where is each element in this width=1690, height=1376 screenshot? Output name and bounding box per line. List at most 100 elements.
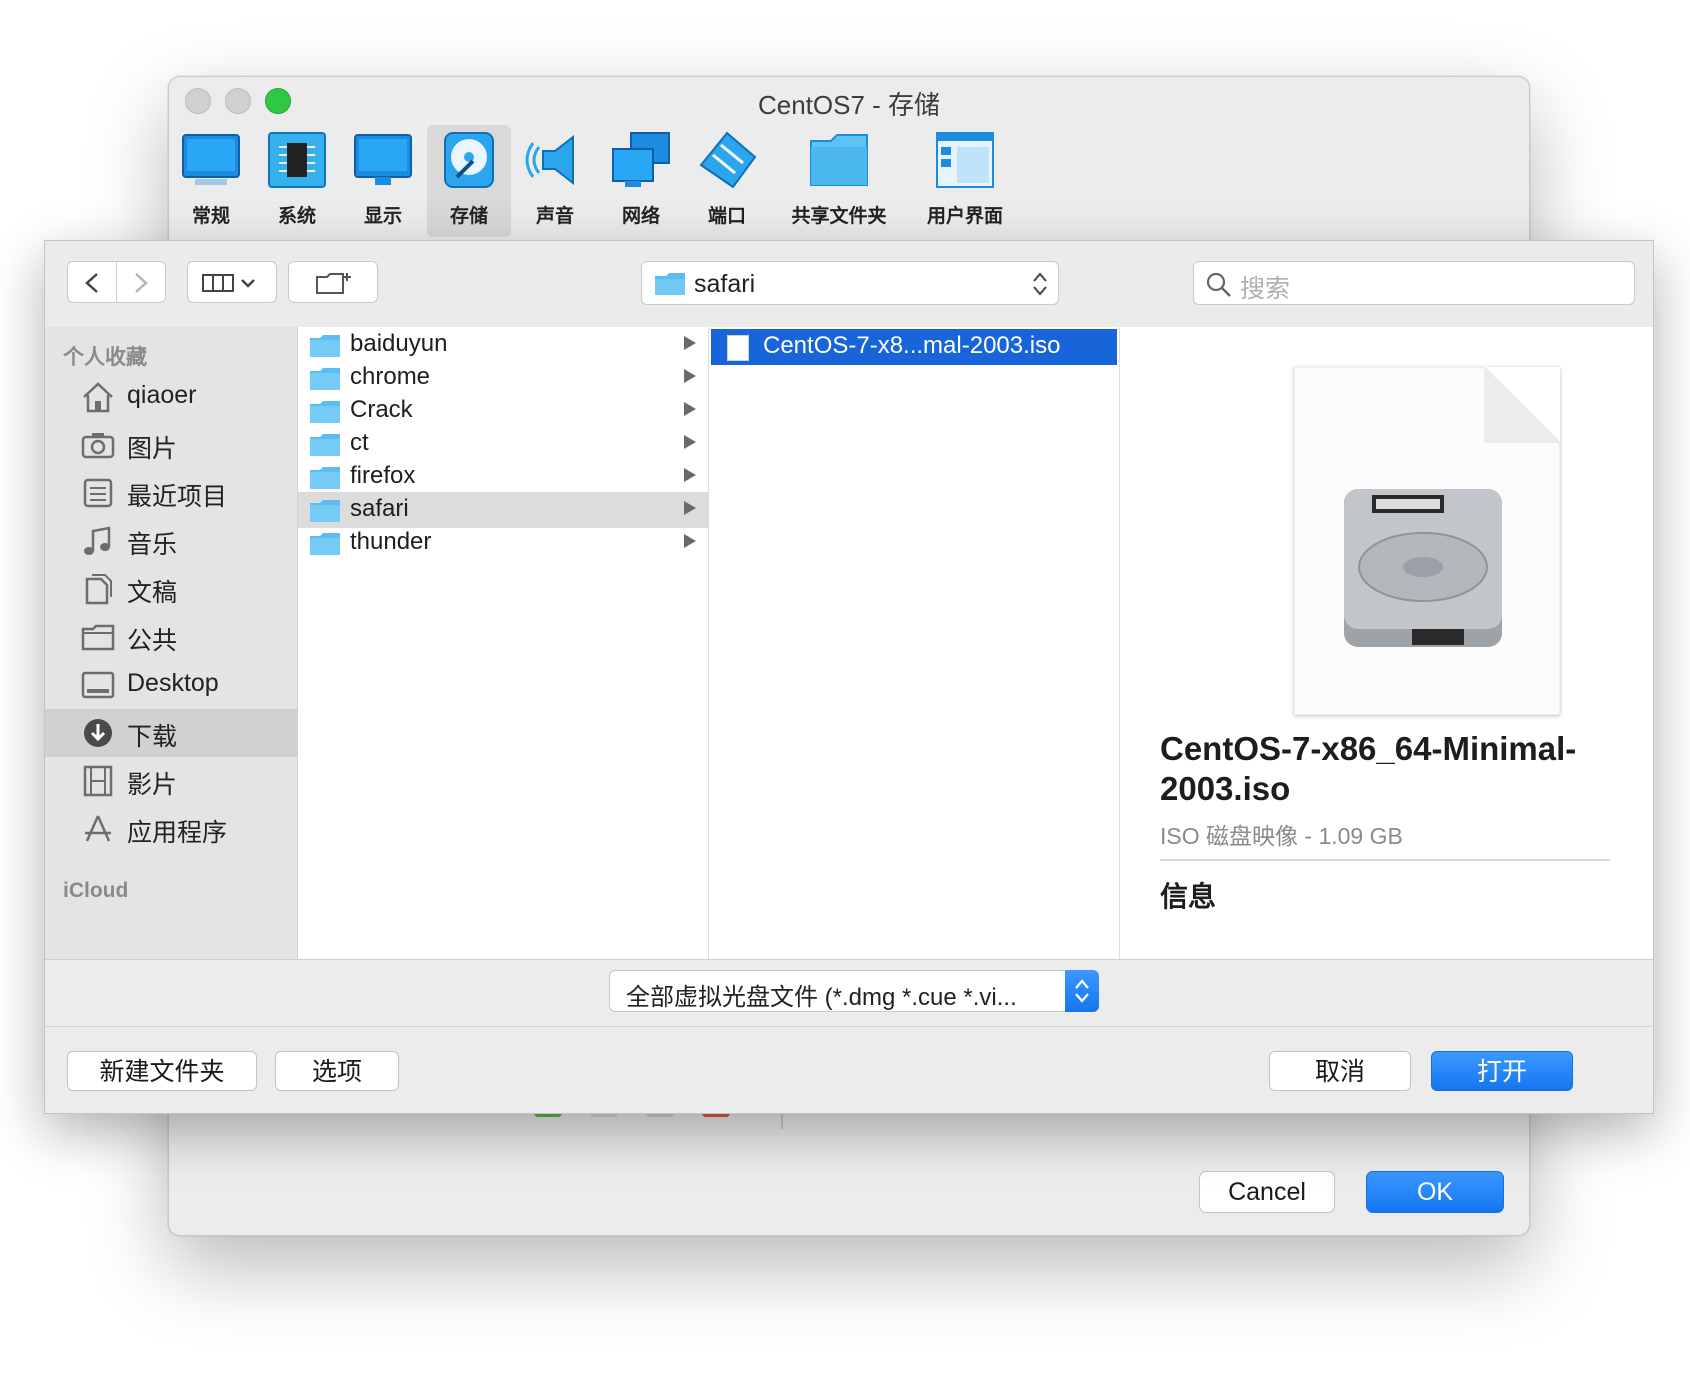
disclosure-arrow-icon xyxy=(684,369,696,383)
file-type-select[interactable]: 全部虚拟光盘文件 (*.dmg *.cue *.vi... xyxy=(609,970,1099,1012)
sidebar-item-documents[interactable]: 文稿 xyxy=(45,565,297,613)
path-popup[interactable]: safari xyxy=(641,261,1059,305)
user-interface-icon xyxy=(936,132,994,188)
folder-icon xyxy=(655,273,685,295)
settings-toolbar: 常规 系统 显示 存储 声音 网络 端口 共享文件夹 用户界面 xyxy=(169,121,1529,241)
folder-icon xyxy=(310,335,340,357)
sidebar-item-home[interactable]: qiaoer xyxy=(45,373,297,421)
sidebar-item-recents[interactable]: 最近项目 xyxy=(45,469,297,517)
sidebar-item-label: 下载 xyxy=(127,723,178,751)
settings-ok-button[interactable]: OK xyxy=(1366,1171,1504,1213)
home-icon xyxy=(83,382,113,413)
storage-disk-icon xyxy=(444,132,494,188)
display-monitor-icon xyxy=(354,134,412,185)
file-type-select-value: 全部虚拟光盘文件 (*.dmg *.cue *.vi... xyxy=(626,984,1017,1011)
sidebar-item-label: 图片 xyxy=(127,435,178,463)
disk-image-file-icon xyxy=(727,335,749,361)
disclosure-arrow-icon xyxy=(684,336,696,350)
sidebar-item-pictures[interactable]: 图片 xyxy=(45,421,297,469)
folder-icon xyxy=(310,368,340,390)
favorites-heading: 个人收藏 xyxy=(63,346,147,369)
info-heading: 信息 xyxy=(1160,881,1217,912)
sidebar-item-label: qiaoer xyxy=(127,381,197,409)
folder-icon xyxy=(310,500,340,522)
icloud-heading: iCloud xyxy=(63,879,129,902)
camera-icon xyxy=(81,433,115,459)
search-icon xyxy=(1206,272,1231,297)
music-note-icon xyxy=(84,526,111,555)
sidebar-item-desktop[interactable]: Desktop xyxy=(45,661,297,709)
disclosure-arrow-icon xyxy=(684,501,696,515)
search-placeholder: 搜索 xyxy=(1240,275,1291,303)
tab-user-interface[interactable]: 用户界面 xyxy=(915,125,1015,237)
new-folder-button[interactable]: 新建文件夹 xyxy=(67,1051,257,1091)
sidebar-item-label: 音乐 xyxy=(127,531,178,559)
file-type-filter-bar: 全部虚拟光盘文件 (*.dmg *.cue *.vi... xyxy=(45,959,1653,1027)
browser-column-files: CentOS-7-x8...mal-2003.iso xyxy=(709,327,1120,959)
path-label: safari xyxy=(694,270,756,298)
folder-icon xyxy=(310,401,340,423)
chevron-left-icon xyxy=(85,273,98,293)
open-button[interactable]: 打开 xyxy=(1431,1051,1573,1091)
settings-cancel-button[interactable]: Cancel xyxy=(1199,1171,1335,1213)
preview-file-name: CentOS-7-x86_64-Minimal-2003.iso xyxy=(1160,730,1577,807)
sidebar-item-applications[interactable]: 应用程序 xyxy=(45,805,297,853)
film-icon xyxy=(83,765,113,797)
list-item[interactable]: Crack xyxy=(298,393,708,429)
folder-icon xyxy=(81,624,115,651)
recents-icon xyxy=(83,478,113,508)
file-row-selected[interactable]: CentOS-7-x8...mal-2003.iso xyxy=(711,329,1117,365)
updown-chevron-icon xyxy=(1033,272,1047,296)
preview-file-kind: ISO 磁盘映像 - 1.09 GB xyxy=(1160,823,1403,849)
sidebar-item-downloads[interactable]: 下载 xyxy=(45,709,297,757)
sidebar-item-label: 应用程序 xyxy=(127,819,228,847)
divider xyxy=(1160,859,1610,861)
tab-ports[interactable]: 端口 xyxy=(685,125,769,237)
view-mode-button[interactable] xyxy=(187,261,277,303)
dialog-toolbar: safari 搜索 xyxy=(45,241,1653,328)
search-input[interactable]: 搜索 xyxy=(1193,261,1635,305)
sidebar-item-label: Desktop xyxy=(127,669,219,697)
sidebar-item-music[interactable]: 音乐 xyxy=(45,517,297,565)
back-button[interactable] xyxy=(67,261,117,303)
shared-folder-icon xyxy=(810,134,868,186)
sidebar-item-label: 影片 xyxy=(127,771,178,799)
window-title: CentOS7 - 存储 xyxy=(757,90,941,120)
columns-view-icon xyxy=(202,274,255,292)
disclosure-arrow-icon xyxy=(684,534,696,548)
network-icon xyxy=(612,132,670,187)
download-icon xyxy=(84,719,112,747)
list-item[interactable]: ct xyxy=(298,426,708,462)
hard-disk-icon xyxy=(1344,489,1502,647)
sidebar-item-movies[interactable]: 影片 xyxy=(45,757,297,805)
tab-shared-folders[interactable]: 共享文件夹 xyxy=(789,125,889,237)
list-item[interactable]: baiduyun xyxy=(298,327,708,363)
chevron-right-icon xyxy=(135,273,148,293)
sidebar-item-public[interactable]: 公共 xyxy=(45,613,297,661)
cancel-button[interactable]: 取消 xyxy=(1269,1051,1411,1091)
list-item[interactable]: thunder xyxy=(298,525,708,561)
new-folder-icon xyxy=(316,273,351,294)
preview-pane: CentOS-7-x86_64-Minimal-2003.iso ISO 磁盘映… xyxy=(1120,327,1653,959)
file-preview-thumbnail xyxy=(1294,367,1560,715)
applications-icon xyxy=(85,815,111,842)
list-item-label: baiduyun xyxy=(350,330,448,357)
sidebar-item-label: 公共 xyxy=(127,627,178,655)
system-chip-icon xyxy=(268,132,326,188)
list-item-label: Crack xyxy=(350,396,413,423)
sidebar-item-label: 文稿 xyxy=(127,579,178,607)
browser-column-folders: baiduyun chrome Crack ct firefox safari xyxy=(298,327,709,959)
serial-port-icon xyxy=(699,131,757,189)
tab-user-interface-label: 用户界面 xyxy=(926,206,1003,227)
select-stepper[interactable] xyxy=(1065,970,1099,1012)
new-folder-toolbar-button[interactable] xyxy=(288,261,378,303)
forward-button[interactable] xyxy=(116,261,166,303)
tab-ports-label: 端口 xyxy=(707,206,746,227)
list-item[interactable]: firefox xyxy=(298,459,708,495)
list-item-selected[interactable]: safari xyxy=(298,492,708,528)
list-item[interactable]: chrome xyxy=(298,360,708,396)
folder-icon xyxy=(310,533,340,555)
file-name: CentOS-7-x8...mal-2003.iso xyxy=(763,332,1061,359)
options-button[interactable]: 选项 xyxy=(275,1051,399,1091)
list-item-label: safari xyxy=(350,495,409,522)
